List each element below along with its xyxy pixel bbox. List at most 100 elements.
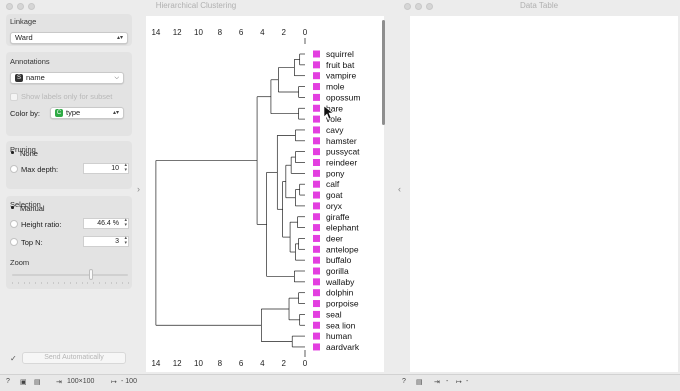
dendrogram-svg[interactable]: 14 14 12 12 10 10 8 8 6 6 4 4 2 2 0 0 squirrelfruit batv…	[146, 16, 384, 372]
leaf-marker[interactable]	[313, 213, 320, 221]
save-image-icon[interactable]: ▣	[20, 378, 27, 386]
leaf-marker[interactable]	[313, 126, 320, 134]
linkage-select[interactable]: Ward ▴▾	[10, 32, 128, 44]
input-size-text: 100×100	[67, 378, 95, 385]
minimize-window-button[interactable]	[17, 3, 24, 10]
leaf-marker[interactable]	[313, 321, 320, 329]
axis-tick-bottom: 4	[260, 359, 265, 368]
collapse-panel-arrow-icon[interactable]: ›	[137, 184, 140, 194]
data-table-area[interactable]	[410, 16, 678, 372]
zoom-slider-track[interactable]	[12, 274, 128, 276]
top-n-value: 3	[115, 238, 119, 245]
zoom-tick	[93, 282, 95, 284]
leaf-marker[interactable]	[313, 310, 320, 318]
axis-tick-bottom: 8	[218, 359, 223, 368]
leaf-marker[interactable]	[313, 278, 320, 286]
window-controls[interactable]	[404, 3, 433, 10]
placeholder-text: -	[446, 378, 449, 385]
pruning-none-radio[interactable]	[9, 149, 15, 155]
zoom-tick	[75, 282, 77, 284]
zoom-tick	[17, 282, 19, 284]
output-data-icon: ↦	[456, 379, 462, 386]
leaf-marker[interactable]	[313, 50, 320, 58]
leaf-label: elephant	[326, 223, 359, 233]
leaf-marker[interactable]	[313, 245, 320, 253]
max-depth-spinbox[interactable]: 10 ▴ ▾	[83, 163, 129, 174]
close-window-button[interactable]	[404, 3, 411, 10]
leaf-marker[interactable]	[313, 180, 320, 188]
leaf-label: reindeer	[326, 158, 357, 168]
selection-manual-radio[interactable]	[9, 204, 15, 210]
leaf-label: calf	[326, 179, 340, 189]
zoom-slider-handle[interactable]	[88, 269, 93, 280]
zoom-tick	[87, 282, 89, 284]
show-labels-subset-checkbox[interactable]	[10, 93, 18, 101]
string-variable-icon: S	[15, 74, 23, 83]
leaf-marker[interactable]	[313, 169, 320, 177]
stepper-icon[interactable]: ▴ ▾	[124, 236, 127, 246]
leaf-marker[interactable]	[313, 148, 320, 156]
leaf-label: giraffe	[326, 212, 350, 222]
stepper-icon[interactable]: ▴ ▾	[124, 218, 127, 228]
axis-tick-top: 6	[239, 28, 244, 37]
leaf-marker[interactable]	[313, 234, 320, 242]
top-n-spinbox[interactable]: 3 ▴ ▾	[83, 236, 129, 247]
leaf-marker[interactable]	[313, 300, 320, 308]
zoom-window-button[interactable]	[28, 3, 35, 10]
leaf-marker[interactable]	[313, 332, 320, 340]
leaf-label: dolphin	[326, 288, 354, 298]
minimize-window-button[interactable]	[415, 3, 422, 10]
color-by-label: Color by:	[10, 109, 41, 118]
leaf-label: pony	[326, 168, 345, 178]
updown-icon: ▴▾	[112, 110, 119, 116]
show-labels-subset-label: Show labels only for subset	[21, 92, 113, 101]
leaf-marker[interactable]	[313, 83, 320, 91]
leaf-marker[interactable]	[313, 191, 320, 199]
input-data-icon: ⇥	[56, 379, 62, 386]
vertical-scrollbar[interactable]	[382, 20, 385, 125]
report-icon[interactable]: ▤	[416, 378, 423, 386]
leaf-marker[interactable]	[313, 61, 320, 69]
zoom-tick	[23, 282, 25, 284]
color-by-select[interactable]: Ctype ▴▾	[50, 107, 124, 119]
zoom-tick	[12, 282, 13, 284]
report-icon[interactable]: ▤	[34, 378, 41, 386]
zoom-tick	[70, 282, 71, 284]
leaf-marker[interactable]	[313, 72, 320, 80]
height-ratio-spinbox[interactable]: 46.4 % ▴ ▾	[83, 218, 129, 229]
top-n-radio[interactable]	[10, 238, 18, 246]
axis-tick-top: 2	[281, 28, 286, 37]
help-icon[interactable]: ?	[402, 378, 406, 385]
annotation-select[interactable]: Sname ⌵	[10, 72, 124, 84]
send-automatically-button[interactable]: Send Automatically	[22, 352, 126, 364]
leaf-marker[interactable]	[313, 137, 320, 145]
window-controls[interactable]	[6, 3, 35, 10]
leaf-marker[interactable]	[313, 343, 320, 351]
window-title: Hierarchical Clustering	[155, 1, 237, 10]
dendrogram-plot[interactable]: 14 14 12 12 10 10 8 8 6 6 4 4 2 2 0 0 squirrel fruit bat v…	[146, 16, 384, 372]
help-icon[interactable]: ?	[6, 378, 10, 385]
max-depth-value: 10	[111, 165, 119, 172]
expand-panel-arrow-icon[interactable]: ‹	[398, 184, 401, 194]
zoom-title: Zoom	[10, 258, 30, 267]
leaf-label: deer	[326, 233, 343, 243]
close-window-button[interactable]	[6, 3, 13, 10]
leaf-label: squirrel	[326, 49, 354, 59]
leaf-marker[interactable]	[313, 202, 320, 210]
leaf-marker[interactable]	[313, 104, 320, 112]
zoom-window-button[interactable]	[426, 3, 433, 10]
stepper-icon[interactable]: ▴ ▾	[124, 163, 127, 173]
zoom-tick	[41, 282, 42, 284]
leaf-marker[interactable]	[313, 224, 320, 232]
pruning-max-depth-radio[interactable]	[10, 165, 18, 173]
leaf-marker[interactable]	[313, 115, 320, 123]
leaf-marker[interactable]	[313, 159, 320, 166]
checkmark-icon[interactable]: ✓	[10, 354, 17, 363]
height-ratio-radio[interactable]	[10, 220, 18, 228]
leaf-marker[interactable]	[313, 267, 320, 275]
leaf-marker[interactable]	[313, 93, 320, 101]
leaf-marker[interactable]	[313, 289, 320, 297]
height-ratio-value: 46.4 %	[97, 220, 119, 227]
status-bar: ? ▣ ▤ ⇥ 100×100 ↦ - 100 ? ▤ ⇥ - ↦ -	[0, 374, 680, 391]
leaf-marker[interactable]	[313, 256, 320, 264]
